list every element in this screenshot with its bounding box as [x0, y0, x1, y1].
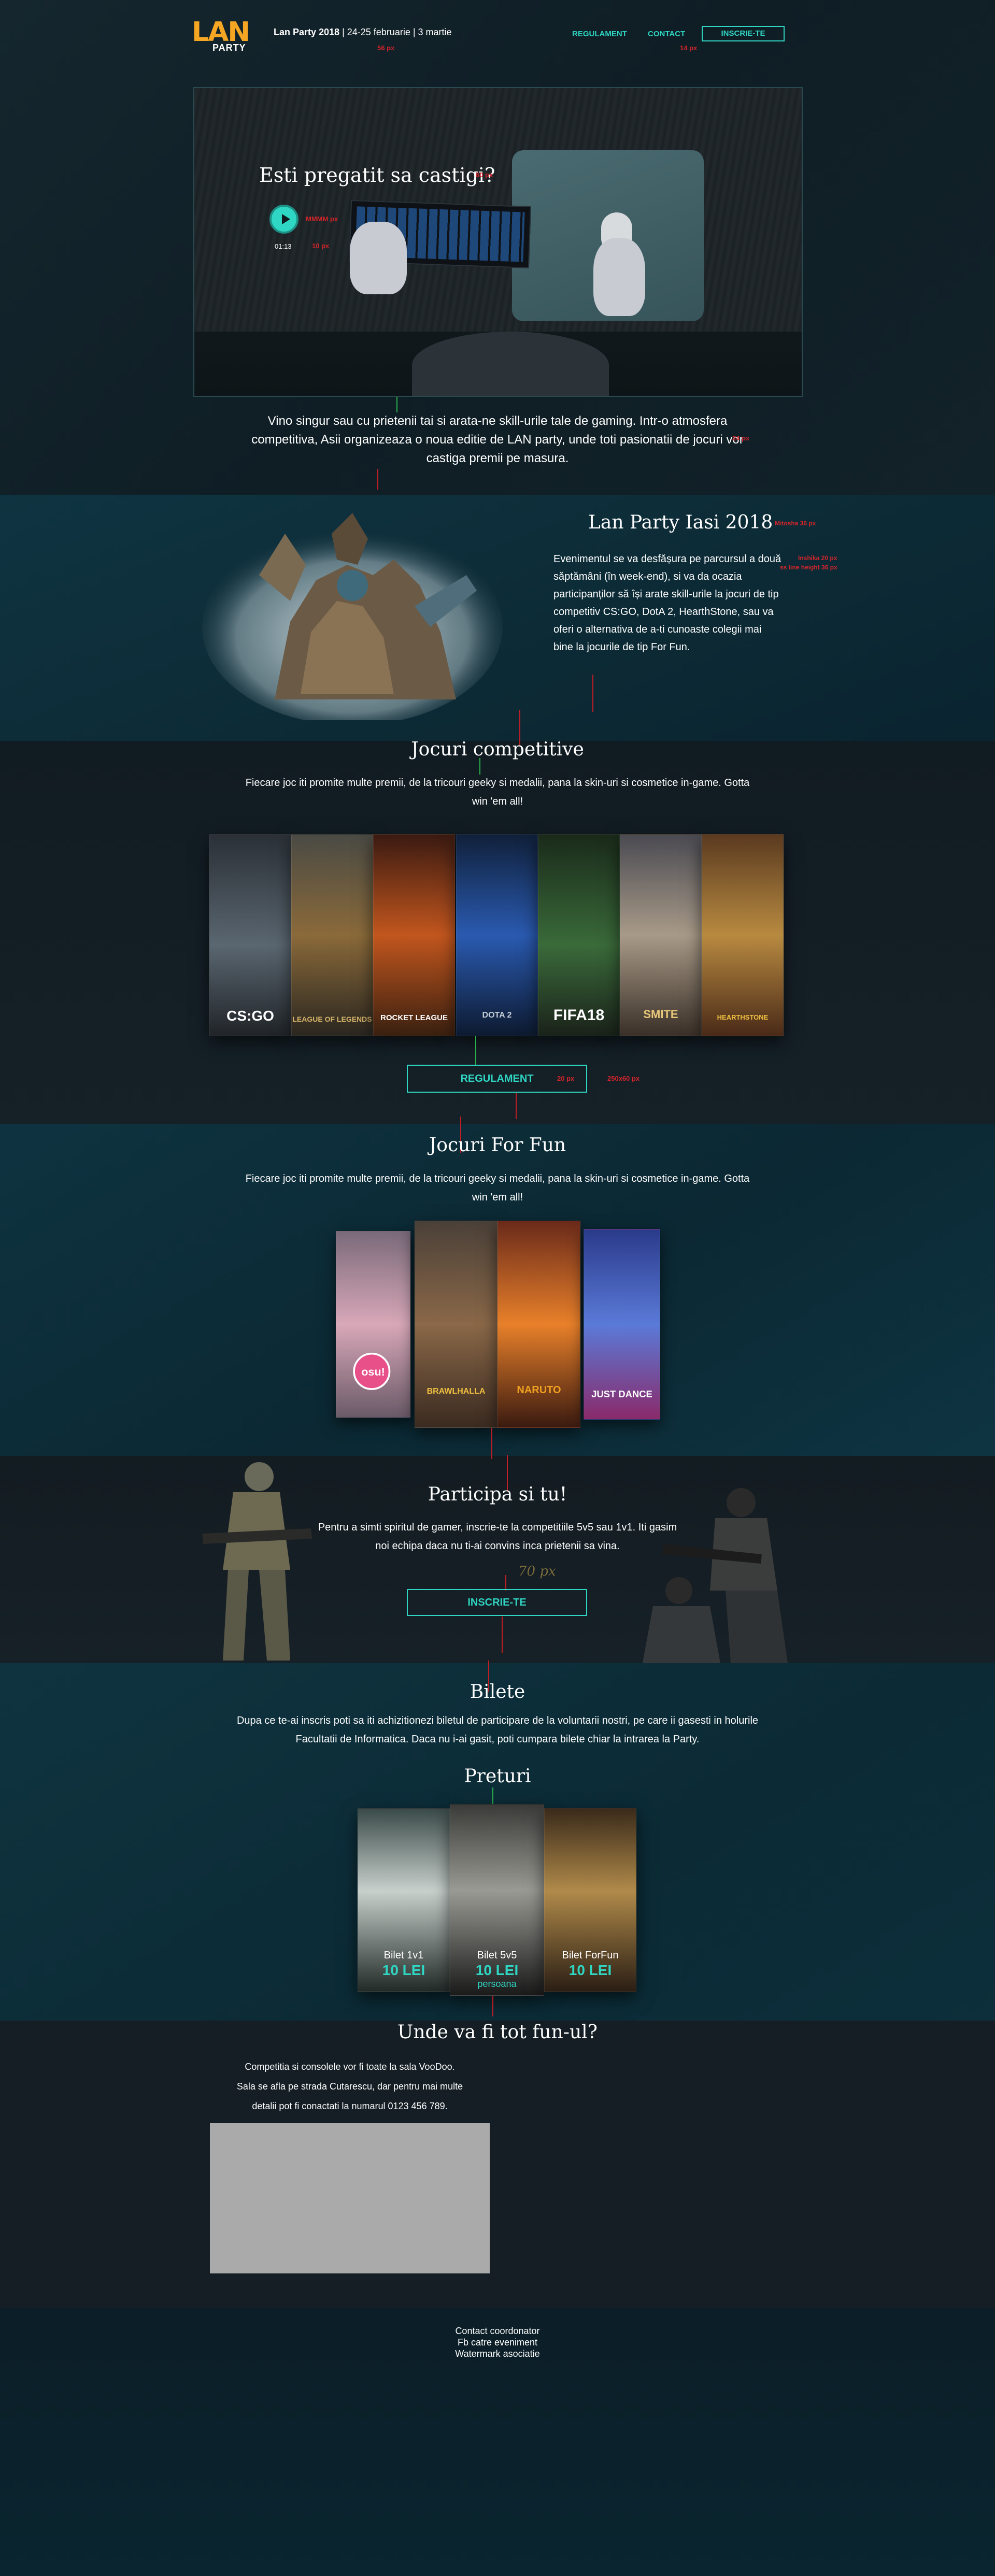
- ticket-note: persoana: [477, 1979, 517, 1989]
- video-time: 01:13: [275, 242, 292, 250]
- ticket-name: Bilet ForFun: [562, 1950, 619, 1961]
- tickets-title: Bilete: [470, 1681, 525, 1702]
- event-dates: | 24-25 februarie | 3 martie: [339, 27, 452, 37]
- logo-party-text: PARTY: [212, 42, 246, 53]
- fun-subtitle: Fiecare joc iti promite multe premii, de…: [245, 1173, 750, 1203]
- hero-title: Esti pregatit sa castigi?: [259, 164, 495, 187]
- annotation: ss line height 36 px: [780, 564, 837, 571]
- champion-artwork: [202, 513, 503, 720]
- ticket-name: Bilet 5v5: [477, 1950, 517, 1961]
- game-card-csgo[interactable]: CS:GO: [209, 834, 291, 1036]
- spacing-marker: [502, 1616, 503, 1653]
- location-text: Competitia si consolele vor fi toate la …: [215, 2057, 485, 2116]
- game-title: JUST DANCE: [591, 1389, 652, 1400]
- game-title: CS:GO: [226, 1008, 274, 1024]
- map-placeholder[interactable]: [210, 2123, 490, 2273]
- signup-button[interactable]: INSCRIE-TE: [407, 1589, 587, 1616]
- header-signup-button[interactable]: INSCRIE-TE: [702, 26, 785, 41]
- location-title: Unde va fi tot fun-ul?: [397, 2022, 598, 2043]
- game-title: LEAGUE OF LEGENDS: [292, 1015, 372, 1023]
- ticket-name: Bilet 1v1: [383, 1950, 424, 1961]
- spacing-marker: [491, 1428, 492, 1459]
- spacing-marker: [475, 1036, 476, 1066]
- ticket-price: 10 LEI: [382, 1962, 425, 1978]
- prices-title: Preturi: [464, 1766, 531, 1787]
- game-card-rocket-league[interactable]: ROCKET LEAGUE: [373, 834, 455, 1036]
- event-info: Lan Party 2018 | 24-25 februarie | 3 mar…: [274, 27, 452, 38]
- fun-title: Jocuri For Fun: [429, 1135, 566, 1156]
- ticket-price: 10 LEI: [568, 1962, 612, 1978]
- spacing-marker: [505, 1575, 506, 1591]
- game-card-smite[interactable]: SMITE: [620, 834, 702, 1036]
- game-card-fifa18[interactable]: FIFA18: [538, 834, 620, 1036]
- game-card-just-dance[interactable]: JUST DANCE: [584, 1229, 660, 1420]
- participate-subtitle: Pentru a simti spiritul de gamer, inscri…: [318, 1522, 677, 1552]
- location-section: [0, 2021, 995, 2308]
- footer-watermark: Watermark asociatie: [455, 2349, 540, 2359]
- ticket-card-5v5[interactable]: Bilet 5v5 10 LEI persoana: [450, 1804, 544, 1996]
- participate-title: Participa si tu!: [428, 1484, 567, 1505]
- footer-link-contact[interactable]: Contact coordonator: [0, 2325, 995, 2337]
- spacing-marker: [396, 397, 397, 412]
- competitive-title: Jocuri competitive: [411, 739, 584, 760]
- annotation: 56 px: [377, 44, 395, 52]
- game-title: NARUTO: [517, 1384, 561, 1396]
- game-title: osu!: [361, 1366, 385, 1379]
- event-name: Lan Party 2018: [274, 27, 340, 37]
- location-line: Competitia si consolele vor fi toate la …: [245, 2062, 455, 2072]
- location-line: detalii pot fi conactati la numarul 0123…: [252, 2101, 448, 2111]
- spacing-marker: [377, 469, 378, 490]
- footer-links: Contact coordonator Fb catre eveniment W…: [0, 2325, 995, 2359]
- logo-lan-text: LAN: [192, 17, 250, 48]
- game-card-osu[interactable]: osu!: [336, 1231, 410, 1418]
- annotation: 14 px: [680, 44, 698, 52]
- game-title: ROCKET LEAGUE: [380, 1013, 448, 1022]
- game-card-hearthstone[interactable]: HEARTHSTONE: [702, 834, 784, 1036]
- competitive-subtitle: Fiecare joc iti promite multe premii, de…: [245, 777, 750, 807]
- game-card-naruto[interactable]: NARUTO: [497, 1221, 580, 1428]
- game-card-dota2[interactable]: DOTA 2: [456, 834, 538, 1036]
- annotation: 24 px: [732, 434, 750, 442]
- hand-image: [350, 222, 407, 294]
- logo[interactable]: LAN PARTY: [192, 19, 258, 54]
- game-card-brawlhalla[interactable]: BRAWLHALLA: [415, 1221, 497, 1428]
- spacing-marker: [492, 1996, 493, 2016]
- game-card-lol[interactable]: LEAGUE OF LEGENDS: [291, 834, 373, 1036]
- ticket-price: 10 LEI: [475, 1962, 519, 1978]
- hand-image: [593, 238, 645, 316]
- location-line: Sala se afla pe strada Cutarescu, dar pe…: [236, 2081, 463, 2092]
- ticket-card-forfun[interactable]: Bilet ForFun 10 LEI: [544, 1808, 636, 1992]
- tickets-subtitle: Dupa ce te-ai inscris poti sa iti achizi…: [236, 1715, 759, 1745]
- annotation: 250x60 px: [607, 1075, 640, 1082]
- nav-regulament[interactable]: REGULAMENT: [572, 30, 627, 38]
- about-body: Evenimentul se va desfășura pe parcursul…: [553, 553, 781, 653]
- annotation: 10 px: [312, 242, 330, 250]
- annotation: Mitosha 36 px: [775, 520, 816, 527]
- game-title: FIFA18: [553, 1007, 605, 1024]
- spacing-marker: [592, 675, 593, 712]
- about-title: Lan Party Iasi 2018: [588, 512, 773, 533]
- hero-description: Vino singur sau cu prietenii tai si arat…: [251, 414, 744, 465]
- nav-contact[interactable]: CONTACT: [648, 30, 685, 38]
- annotation: 20 px: [557, 1075, 575, 1082]
- person-image: [412, 332, 609, 396]
- annotation: 60 px: [476, 171, 493, 179]
- spacing-marker: [516, 1093, 517, 1119]
- game-title: BRAWLHALLA: [427, 1387, 486, 1396]
- play-icon[interactable]: [269, 205, 298, 234]
- game-title: SMITE: [643, 1008, 678, 1021]
- game-title: DOTA 2: [482, 1011, 512, 1020]
- spacing-marker: [479, 758, 480, 775]
- hero-video[interactable]: [193, 87, 803, 397]
- game-title: HEARTHSTONE: [717, 1013, 769, 1021]
- annotation: MMMM px: [306, 215, 338, 223]
- footer-link-facebook[interactable]: Fb catre eveniment: [0, 2337, 995, 2348]
- soldier-right-image: [643, 1488, 788, 1663]
- handwritten-note: 70 px: [518, 1564, 556, 1579]
- annotation: Inshika 20 px: [798, 554, 837, 562]
- ticket-card-1v1[interactable]: Bilet 1v1 10 LEI: [358, 1808, 450, 1992]
